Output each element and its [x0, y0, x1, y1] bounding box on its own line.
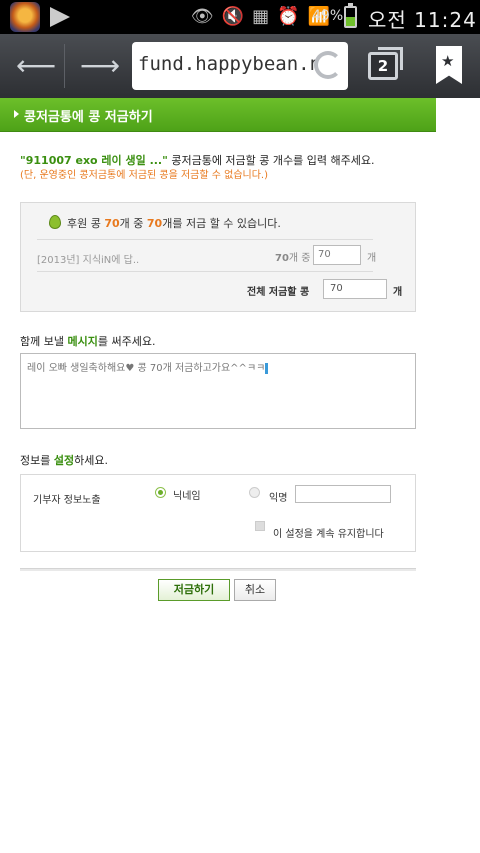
battery-percent: 49% [312, 8, 344, 24]
bean-source-count: 70개 중 [275, 249, 311, 264]
settings-box: 기부자 정보노출 닉네임 익명 이 설정을 계속 유지합니다 [20, 474, 416, 552]
total-unit: 개 [393, 287, 403, 298]
intro-instruction: 콩저금통에 저금할 콩 개수를 입력 해주세요. [167, 154, 375, 167]
message-label-prefix: 함께 보낼 [20, 335, 68, 348]
save-button[interactable]: 저금하기 [158, 579, 230, 601]
forward-arrow-icon[interactable]: ⟶ [80, 52, 120, 80]
url-text[interactable]: fund.happybean.na [138, 53, 332, 75]
keep-setting-checkbox[interactable] [255, 521, 265, 531]
text-cursor [265, 362, 269, 374]
message-label: 함께 보낼 메시지를 써주세요. [20, 333, 155, 349]
star-icon: ★ [441, 52, 455, 70]
toolbar-divider [64, 44, 65, 88]
message-label-suffix: 를 써주세요. [97, 335, 156, 348]
settings-label-suffix: 하세요. [74, 454, 108, 467]
alarm-icon: ⏰ [277, 6, 300, 27]
page-title: 콩저금통에 콩 저금하기 [24, 110, 153, 125]
bean-count-box: 후원 콩 70개 중 70개를 저금 할 수 있습니다. [2013년] 지식i… [20, 202, 416, 312]
intro-text: "911007 exo 레이 생일 ..." 콩저금통에 저금할 콩 개수를 입… [20, 154, 400, 183]
bean-source-title: [2013년] 지식iN에 답.. [37, 255, 140, 266]
settings-label-prefix: 정보를 [20, 454, 54, 467]
reload-icon[interactable] [314, 51, 342, 79]
message-label-highlight: 메시지 [67, 335, 98, 348]
browser-toolbar: ⟵ ⟶ fund.happybean.na 2 ★ [0, 34, 480, 98]
anonymous-radio[interactable] [249, 487, 260, 498]
keep-setting-label[interactable]: 이 설정을 계속 유지합니다 [273, 525, 384, 540]
url-bar[interactable]: fund.happybean.na [132, 42, 348, 90]
message-textarea[interactable]: 레이 오빠 생일축하해요♥ 콩 70개 저금하고가요^^ㅋㅋ [20, 353, 416, 429]
back-arrow-icon[interactable]: ⟵ [16, 52, 56, 80]
support-suffix: 개를 저금 할 수 있습니다. [162, 217, 281, 230]
eye-icon: 👁 [190, 6, 214, 27]
mute-icon: 🔇 [221, 6, 245, 27]
support-available: 70 [104, 217, 120, 230]
tabs-button[interactable]: 2 [368, 47, 403, 80]
battery-fill [346, 17, 355, 26]
nickname-label[interactable]: 닉네임 [173, 487, 201, 502]
bean-count-input[interactable]: 70 [313, 245, 361, 265]
intro-warning: (단, 운영중인 콩저금통에 저금된 콩을 저금할 수 없습니다.) [20, 170, 269, 181]
header-arrow-icon [14, 110, 19, 118]
cancel-button[interactable]: 취소 [234, 579, 276, 601]
bookmark-icon[interactable]: ★ [436, 46, 462, 84]
settings-label: 정보를 설정하세요. [20, 452, 108, 468]
support-max: 70 [146, 217, 163, 230]
play-store-icon [50, 7, 70, 27]
row-divider [37, 271, 373, 272]
bean-source-count-text: 개 중 [288, 253, 311, 264]
status-icons: 👁 🔇 ▦ ⏰ 📶 [191, 6, 330, 27]
page-header: 콩저금통에 콩 저금하기 [0, 98, 436, 132]
status-bar: 👁 🔇 ▦ ⏰ 📶 49% 오전 11:24 [0, 0, 480, 34]
donor-exposure-label: 기부자 정보노출 [33, 495, 101, 506]
support-mid: 개 중 [119, 217, 147, 230]
total-label: 전체 저금할 콩 [247, 287, 310, 298]
bean-source-count-num: 70 [275, 253, 289, 264]
support-summary: 후원 콩 70개 중 70개를 저금 할 수 있습니다. [67, 215, 281, 231]
anonymous-label[interactable]: 익명 [269, 489, 287, 504]
row-divider [37, 239, 373, 240]
total-bean-input[interactable]: 70 [323, 279, 387, 299]
clock: 오전 11:24 [368, 8, 477, 32]
bean-icon [49, 215, 61, 229]
settings-label-highlight: 설정 [53, 454, 75, 467]
support-prefix: 후원 콩 [67, 217, 105, 230]
app-notification-icon [10, 2, 40, 32]
message-text: 레이 오빠 생일축하해요♥ 콩 70개 저금하고가요^^ㅋㅋ [27, 363, 266, 374]
button-divider [20, 568, 416, 571]
battery-icon [344, 3, 357, 28]
screen-capture-icon: ▦ [252, 6, 270, 27]
fund-name: "911007 exo 레이 생일 ..." [20, 154, 168, 167]
nickname-radio[interactable] [155, 487, 166, 498]
anonymous-name-input[interactable] [295, 485, 391, 503]
bean-count-unit: 개 [367, 253, 377, 264]
